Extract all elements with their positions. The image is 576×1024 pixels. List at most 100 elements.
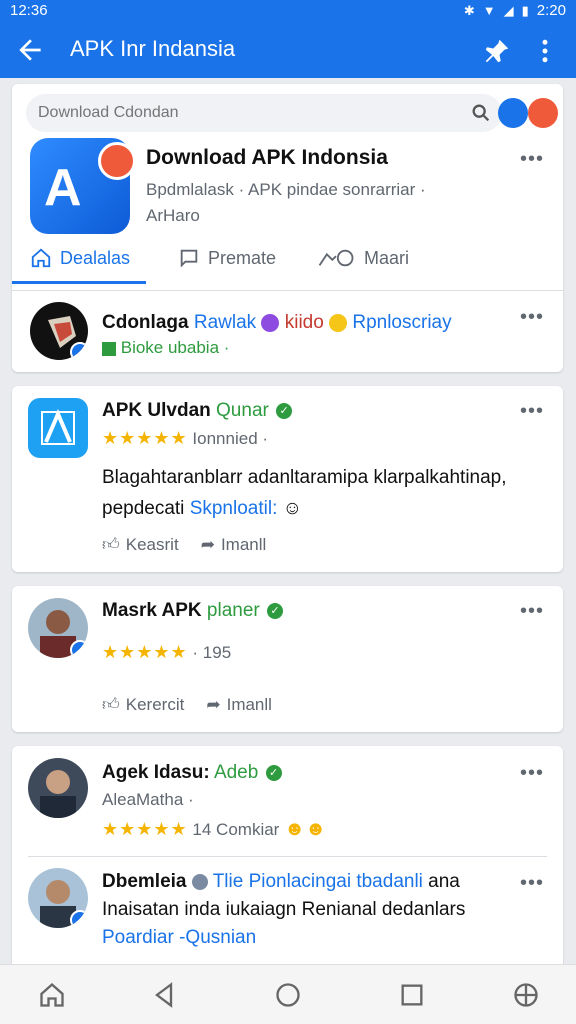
post-text-line: pepdecati Skpnloatil: ☺ [102,493,507,524]
comment-line: Dbemleia Tlie Pionlacingai tbadanli ana [102,868,465,896]
page-subtitle: Bpdmlalask · APK pindae sonrarriar · [146,180,426,199]
comment-author[interactable]: Dbemleia [102,871,186,892]
home-circle-icon[interactable] [274,981,302,1009]
bluetooth-icon: ✱ [463,2,475,18]
comment-text: Dbemleia Tlie Pionlacingai tbadanli ana … [102,868,465,952]
post-more-icon[interactable]: ••• [520,306,544,329]
purple-check-icon [261,313,280,332]
comment-link[interactable]: Tlie Pionlacingai tbadanli [213,871,423,892]
post-actions: 👍︎ Kerercit ➦ Imanll [102,694,272,715]
tab-label: Maari [364,247,410,268]
page-tabs: Dealalas Premate Maari [12,234,563,284]
facebook-badge-icon [70,910,88,928]
rating-row: ★★★★★ 14 Comkiar ☻☻ [102,818,326,841]
back-arrow-icon[interactable] [14,34,46,66]
comment-link[interactable]: Poardiar -Qusnian [102,924,465,952]
author-tag[interactable]: Rawlak [194,312,256,333]
like-button[interactable]: 👍︎ Keasrit [102,534,179,555]
post-text: Blagahtaranblarr adanltaramipa klarpalka… [102,462,507,524]
globe-icon[interactable] [512,981,540,1009]
emoji-icon: ☻☻ [284,818,327,840]
app-logo-letter: A [44,159,82,217]
post-more-icon[interactable]: ••• [520,400,544,423]
verified-icon: ✓ [267,602,284,619]
divider [28,856,547,857]
author-tag[interactable]: Rpnloscriay [352,312,451,333]
tab-premate[interactable]: Premate [178,247,276,269]
like-button[interactable]: 👍︎ Kerercit [102,694,184,715]
pin-icon[interactable] [482,36,512,66]
more-vert-icon[interactable] [530,36,560,66]
home-icon[interactable] [38,981,66,1009]
author-tag[interactable]: Adeb [214,762,258,783]
rating-count: 14 Comkiar [192,820,280,839]
rating-stars: ★★★★★ [102,819,188,839]
author-name: APK Ulvdan [102,400,211,421]
post-meta: Bioke ubabia · [102,338,229,358]
tab-dealalas[interactable]: Dealalas [30,247,130,269]
author-tag[interactable]: Qunar [216,400,269,421]
post-meta-text: · 195 [192,643,232,662]
post-card: APK Ulvdan Qunar ✓ ★★★★★ Ionnnied · Blag… [12,386,563,572]
post-text-line: Blagahtaranblarr adanltaramipa klarpalka… [102,467,507,488]
avatar[interactable] [28,398,88,458]
divider [12,290,563,291]
avatar[interactable] [30,302,88,360]
app-logo-icon [41,408,75,445]
like-label: Kerercit [125,694,185,714]
recents-square-icon[interactable] [398,981,426,1009]
share-icon [318,249,354,267]
share-button[interactable]: ➦ Imanll [201,534,267,555]
tab-maari[interactable]: Maari [316,247,409,269]
post-author[interactable]: Masrk APK planer ✓ [102,600,284,622]
post-text-plain: pepdecati [102,498,185,519]
profile-badge-icon[interactable] [498,98,528,128]
post-meta-text: AleaMatha · [102,790,194,809]
verified-badge-icon [70,342,88,360]
post-link[interactable]: Skpnloatil: [190,498,278,519]
comment-more-icon[interactable]: ••• [520,872,544,895]
search-input[interactable] [38,100,458,126]
tab-label: Dealalas [60,247,131,268]
avatar-image [40,770,76,818]
post-more-icon[interactable]: ••• [520,762,544,785]
share-arrow-icon: ➦ [206,694,221,714]
back-triangle-icon[interactable] [150,981,178,1009]
active-tab-indicator [12,281,146,284]
post-author[interactable]: Cdonlaga Rawlak kiido Rpnloscriay [102,312,452,334]
search-box[interactable] [26,94,502,132]
post-author[interactable]: Agek Idasu: Adeb ✓ [102,762,282,784]
share-arrow-icon: ➦ [200,534,215,554]
status-time: 12:36 [10,2,48,19]
download-badge-icon [98,142,136,180]
verified-icon [191,873,208,890]
post-actions: 👍︎ Keasrit ➦ Imanll [102,534,266,555]
post-meta: ★★★★★ Ionnnied · [102,428,268,449]
header-more-icon[interactable]: ••• [520,148,544,171]
comment-tail: ana [428,871,460,892]
system-nav-bar [0,964,576,1024]
post-more-icon[interactable]: ••• [520,600,544,623]
comment-avatar[interactable] [28,868,88,928]
author-tag[interactable]: kiido [285,312,324,333]
post-author[interactable]: APK Ulvdan Qunar ✓ [102,400,293,422]
post-card: Masrk APK planer ✓ ★★★★★ · 195 👍︎ Kererci… [12,586,563,732]
avatar[interactable] [28,758,88,818]
edit-badge-icon[interactable] [528,98,558,128]
status-icons: ✱ ▼ ◢ ▮ 2:20 [464,2,566,19]
post-meta: AleaMatha · [102,790,194,810]
post-meta-text: Ionnnied · [192,429,269,448]
search-icon[interactable] [470,102,492,124]
emoji-icon: ☺ [282,498,303,519]
app-bar: APK Inr Indansia [0,24,576,78]
verified-icon: ✓ [276,402,293,419]
page-header-card: A Download APK Indonsia Bpdmlalask · APK… [12,84,563,372]
share-button[interactable]: ➦ Imanll [206,694,272,715]
app-logo: A [30,138,136,234]
battery-icon: ▮ [521,2,529,18]
author-tag[interactable]: planer [207,600,260,621]
verified-icon: ✓ [265,764,282,781]
author-name: Cdonlaga [102,312,189,333]
avatar[interactable] [28,598,88,658]
share-label: Imanll [220,534,267,554]
